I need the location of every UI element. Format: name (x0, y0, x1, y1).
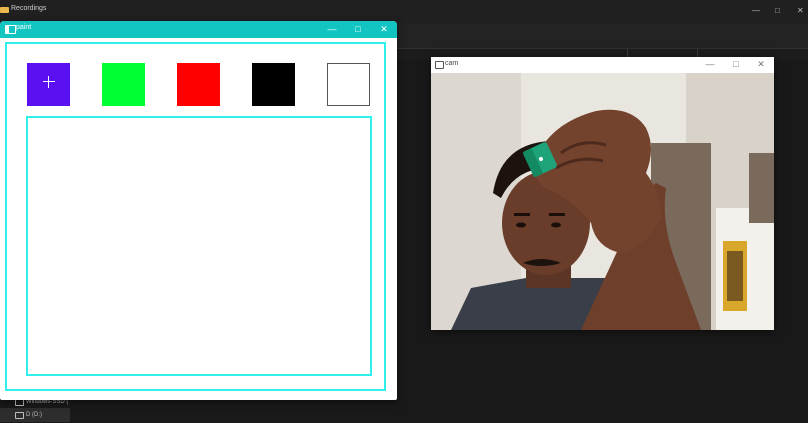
background-window-title: Recordings (11, 5, 47, 12)
paint-window: paint — □ ✕ (0, 21, 397, 400)
cam-window: cam — □ ✕ (431, 57, 774, 330)
swatch-red[interactable] (177, 63, 220, 106)
drive-icon (15, 412, 24, 419)
poster-detail (727, 251, 743, 301)
person-brow-left (514, 213, 530, 216)
person-eye-right (551, 222, 561, 228)
person-eye-left (516, 222, 526, 228)
paint-window-titlebar[interactable]: paint — □ ✕ (0, 21, 397, 38)
swatch-green[interactable] (102, 63, 145, 106)
webcam-feed (431, 73, 774, 330)
cam-window-title: cam (445, 60, 459, 67)
window-icon (435, 61, 444, 69)
paint-close-button[interactable]: ✕ (377, 23, 391, 35)
paint-minimize-button[interactable]: — (325, 23, 339, 35)
background-maximize-button[interactable]: □ (775, 6, 780, 16)
right-opening (749, 153, 774, 223)
sidebar-item-label: D (D:) (26, 412, 42, 418)
person-brow-right (549, 213, 565, 216)
paint-maximize-button[interactable]: □ (351, 23, 365, 35)
window-icon (5, 25, 16, 34)
swatch-blue[interactable] (27, 63, 70, 106)
background-minimize-button[interactable]: — (752, 6, 760, 16)
drive-icon (15, 399, 24, 406)
cam-maximize-button[interactable]: □ (729, 58, 743, 70)
swatch-black[interactable] (252, 63, 295, 106)
paint-window-title: paint (16, 24, 32, 31)
sidebar-item-d-drive[interactable]: D (D:) (0, 408, 70, 422)
crosshair-cursor-icon (43, 76, 55, 88)
drawing-canvas[interactable] (26, 116, 372, 376)
background-close-button[interactable]: ✕ (797, 6, 804, 16)
folder-icon (0, 7, 9, 13)
cam-close-button[interactable]: ✕ (754, 58, 768, 70)
swatch-white[interactable] (327, 63, 370, 106)
cam-minimize-button[interactable]: — (703, 58, 717, 70)
cam-window-titlebar[interactable]: cam — □ ✕ (431, 57, 774, 73)
